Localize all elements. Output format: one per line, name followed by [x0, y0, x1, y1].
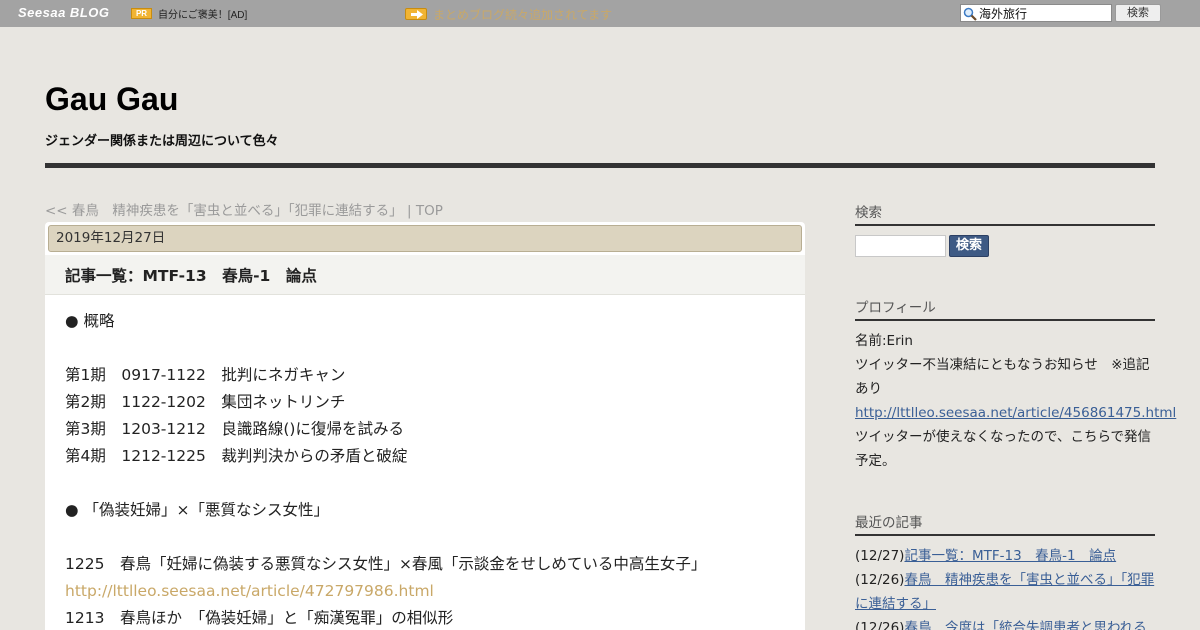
body-line: 1213 春鳥ほか 「偽装妊婦」と「痴漢冤罪」の相似形 [65, 609, 454, 627]
profile-link[interactable]: http://lttlleo.seesaa.net/article/456861… [855, 405, 1176, 421]
body-line: 第2期 1122-1202 集団ネットリンチ [65, 393, 346, 411]
article: 2019年12月27日 記事一覧：MTF-13 春鳥-1 論点 ● 概略 第1期… [45, 222, 805, 630]
body-line: ● 概略 [65, 312, 115, 330]
recent-post-date: (12/27) [855, 548, 905, 564]
profile-heading: プロフィール [855, 296, 1155, 321]
prev-post-link[interactable]: << 春鳥 精神疾患を「害虫と並べる」「犯罪に連結する」 [45, 203, 403, 219]
profile-text: ツイッター不当凍結にともなうお知らせ ※追記あり [855, 357, 1150, 397]
seesaa-logo[interactable]: Seesaa BLOG [18, 5, 110, 20]
profile-text: ツイッターが使えなくなったので、こちらで発信予定。 [855, 429, 1152, 469]
body-line [65, 470, 785, 497]
recent-post-item: (12/26)春鳥 今度は「統合失調患者と思われる [855, 616, 1155, 630]
body-line: 1225 春鳥「妊婦に偽装する悪質なシス女性」×春風「示談金をせしめている中高生… [65, 555, 707, 573]
recent-post-date: (12/26) [855, 620, 905, 630]
top-search-input[interactable] [979, 5, 1109, 21]
article-body: ● 概略 第1期 0917-1122 批判にネガキャン 第2期 1122-120… [65, 308, 785, 630]
profile-name: 名前:Erin [855, 333, 913, 349]
search-icon [963, 6, 977, 25]
body-line: 第4期 1212-1225 裁判判決からの矛盾と破綻 [65, 447, 408, 465]
article-title-bar: 記事一覧：MTF-13 春鳥-1 論点 [45, 255, 805, 295]
top-search-button[interactable]: 検索 [1115, 4, 1161, 22]
notice-link[interactable]: まとめブログ続々追加されてます [433, 6, 612, 23]
article-date: 2019年12月27日 [48, 225, 802, 252]
top-link[interactable]: TOP [416, 203, 443, 219]
recent-posts: (12/27)記事一覧：MTF-13 春鳥-1 論点 (12/26)春鳥 精神疾… [855, 544, 1155, 630]
blog-title[interactable]: Gau Gau [45, 81, 178, 118]
nav-separator: | [406, 203, 412, 219]
article-link[interactable]: http://lttlleo.seesaa.net/article/472797… [65, 582, 434, 600]
top-bar: Seesaa BLOG PR 自分にご褒美！[AD] まとめブログ続々追加されて… [0, 0, 1200, 27]
recent-post-item: (12/27)記事一覧：MTF-13 春鳥-1 論点 [855, 544, 1155, 568]
body-line: 第1期 0917-1122 批判にネガキャン [65, 366, 346, 384]
sidebar-search-heading: 検索 [855, 201, 1155, 226]
ad-link[interactable]: 自分にご褒美！[AD] [158, 6, 247, 21]
body-line [65, 524, 785, 551]
recent-post-link[interactable]: 記事一覧：MTF-13 春鳥-1 論点 [904, 548, 1116, 564]
body-line: 第3期 1203-1212 良識路線()に復帰を試みる [65, 420, 404, 438]
sidebar-search-input[interactable] [855, 235, 946, 257]
sidebar-search-button[interactable]: 検索 [949, 235, 989, 257]
pr-badge: PR [131, 8, 152, 19]
profile: 名前:Erin ツイッター不当凍結にともなうお知らせ ※追記あり http://… [855, 329, 1176, 473]
recent-posts-heading: 最近の記事 [855, 511, 1155, 536]
recent-post-date: (12/26) [855, 572, 905, 588]
body-line [65, 335, 785, 362]
post-navigation: << 春鳥 精神疾患を「害虫と並べる」「犯罪に連結する」 | TOP [45, 199, 443, 219]
body-line: ● 「偽装妊婦」×「悪質なシス女性」 [65, 501, 329, 519]
body-line: http://lttlleo.seesaa.net/article/472797… [65, 578, 785, 605]
header-divider [45, 163, 1155, 168]
recent-post-link[interactable]: 春鳥 今度は「統合失調患者と思われる [904, 620, 1146, 630]
article-title[interactable]: 記事一覧：MTF-13 春鳥-1 論点 [65, 264, 317, 286]
recent-post-item: (12/26)春鳥 精神疾患を「害虫と並べる」「犯罪に連結する」 [855, 568, 1155, 616]
top-search-box [960, 4, 1112, 22]
blog-subtitle: ジェンダー関係または周辺について色々 [45, 134, 279, 149]
arrow-right-icon [405, 8, 427, 20]
